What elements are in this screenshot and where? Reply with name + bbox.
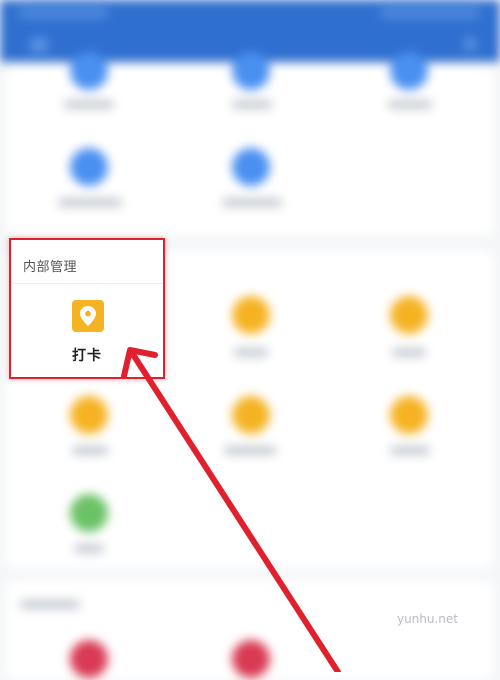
arrow-shaft — [131, 353, 341, 672]
watermark: yunhu.net — [396, 612, 458, 626]
annotation-arrow — [121, 347, 341, 672]
